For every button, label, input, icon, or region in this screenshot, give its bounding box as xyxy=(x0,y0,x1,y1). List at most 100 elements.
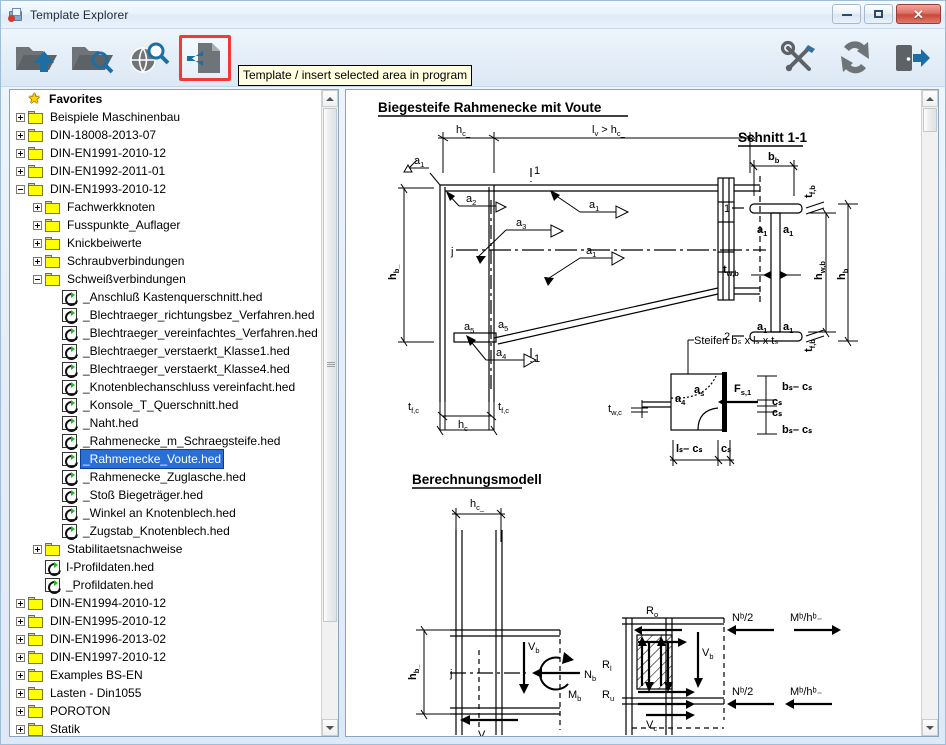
drawing-scroll-thumb[interactable] xyxy=(923,108,937,132)
tree-item[interactable]: DIN-EN1992-2011-01 xyxy=(10,162,323,180)
section-title: Schnitt 1-1 xyxy=(738,130,808,145)
tree-item-label: _Konsole_T_Querschnitt.hed xyxy=(83,398,239,412)
tree-expander-plus-icon[interactable] xyxy=(33,238,42,248)
tree-expander-plus-icon[interactable] xyxy=(16,112,25,122)
tree-item[interactable]: _Zugstab_Knotenblech.hed xyxy=(10,522,323,540)
tree-item[interactable]: POROTON xyxy=(10,702,323,720)
tree-item[interactable]: _Anschluß Kastenquerschnitt.hed xyxy=(10,288,323,306)
tree-item[interactable]: _Blechtraeger_richtungsbez_Verfahren.hed xyxy=(10,306,323,324)
tree-expander-plus-icon[interactable] xyxy=(33,256,42,266)
tree-item[interactable]: DIN-EN1991-2010-12 xyxy=(10,144,323,162)
tree-expander-plus-icon[interactable] xyxy=(16,634,25,644)
tree-expander-plus-icon[interactable] xyxy=(16,148,25,158)
tree-item[interactable]: Knickbeiwerte xyxy=(10,234,323,252)
Rl-label: Rl xyxy=(602,659,612,673)
template-tree-panel: ★ Favorites Beispiele Maschinenbau DIN-1800… xyxy=(9,89,339,737)
tree-item[interactable]: _Blechtraeger_vereinfachtes_Verfahren.he… xyxy=(10,324,323,342)
tree-vertical-scrollbar[interactable] xyxy=(321,90,338,736)
refresh-button[interactable] xyxy=(829,35,881,81)
tree-expander-plus-icon[interactable] xyxy=(16,670,25,680)
exit-button[interactable] xyxy=(885,35,937,81)
drawing-scroll-up-button[interactable] xyxy=(922,90,938,107)
tree-item[interactable]: DIN-18008-2013-07 xyxy=(10,126,323,144)
tree-expander-plus-icon[interactable] xyxy=(33,202,42,212)
tree-item[interactable]: Examples BS-EN xyxy=(10,666,323,684)
tree-expander-plus-icon[interactable] xyxy=(16,688,25,698)
tree-item[interactable]: _Blechtraeger_verstaerkt_Klasse1.hed xyxy=(10,342,323,360)
globe-search-button[interactable] xyxy=(123,35,175,81)
search-folder-button[interactable] xyxy=(67,35,119,81)
tree-item[interactable]: _Profildaten.hed xyxy=(10,576,323,594)
Ru-label: Ru xyxy=(602,689,614,703)
tree-expander-minus-icon[interactable] xyxy=(16,184,25,194)
tree-bottom-dropdown-button[interactable] xyxy=(323,721,337,735)
tree-scroll-thumb[interactable] xyxy=(323,108,337,622)
cs-label-2: cₛ xyxy=(772,407,782,419)
tree-expander-plus-icon[interactable] xyxy=(16,706,25,716)
drawing-scroll-down-button[interactable] xyxy=(922,719,938,736)
fs1-label: Fs,1 xyxy=(734,383,751,397)
tree-item[interactable]: DIN-EN1995-2010-12 xyxy=(10,612,323,630)
tree-expander-spacer xyxy=(50,527,59,536)
tree-item[interactable]: _Rahmenecke_Zuglasche.hed xyxy=(10,468,323,486)
insert-template-button[interactable] xyxy=(179,35,231,81)
tree-item[interactable]: ★ Favorites xyxy=(10,90,323,108)
nb-half-label-top: Nᵇ/2 xyxy=(732,612,753,624)
tree-item[interactable]: Stabilitaetsnachweise xyxy=(10,540,323,558)
open-folder-up-button[interactable] xyxy=(11,35,63,81)
tree-item[interactable]: _Winkel an Knotenblech.hed xyxy=(10,504,323,522)
tree-expander-plus-icon[interactable] xyxy=(16,166,25,176)
tree-item[interactable]: _Rahmenecke_Voute.hed xyxy=(10,449,323,469)
template-file-icon xyxy=(62,326,77,340)
template-file-icon xyxy=(62,344,77,358)
tree-item[interactable]: _Konsole_T_Querschnitt.hed xyxy=(10,396,323,414)
tree-item[interactable]: _Naht.hed xyxy=(10,414,323,432)
drawing-vertical-scrollbar[interactable] xyxy=(921,90,938,736)
tree-expander-plus-icon[interactable] xyxy=(16,130,25,140)
app-icon xyxy=(8,7,24,23)
minimize-button[interactable] xyxy=(832,4,861,24)
tree-item[interactable]: DIN-EN1996-2013-02 xyxy=(10,630,323,648)
tree-item[interactable]: Fachwerkknoten xyxy=(10,198,323,216)
template-file-icon xyxy=(62,290,77,304)
triangle-up-icon xyxy=(926,96,934,101)
tree-expander-plus-icon[interactable] xyxy=(33,220,42,230)
tree-item[interactable]: _Rahmenecke_m_Schraegsteife.hed xyxy=(10,432,323,450)
tree-scroll-up-button[interactable] xyxy=(322,90,338,107)
tree-item[interactable]: Beispiele Maschinenbau xyxy=(10,108,323,126)
folder-icon xyxy=(28,596,44,610)
tree-expander-minus-icon[interactable] xyxy=(33,274,42,284)
template-file-icon xyxy=(62,452,77,466)
tree-item[interactable]: _Knotenblechanschluss vereinfacht.hed xyxy=(10,378,323,396)
tree-item[interactable]: Schweißverbindungen xyxy=(10,270,323,288)
hb-sec-label: hb xyxy=(836,268,850,280)
tree-expander-plus-icon[interactable] xyxy=(16,598,25,608)
tree-item[interactable]: I-Profildaten.hed xyxy=(10,558,323,576)
model-right-vc-label: Vc xyxy=(646,719,657,733)
tree-item[interactable]: _Stoß Biegeträger.hed xyxy=(10,486,323,504)
tree-expander-plus-icon[interactable] xyxy=(33,544,42,554)
tree-item[interactable]: DIN-EN1994-2010-12 xyxy=(10,594,323,612)
minimize-icon xyxy=(841,13,852,16)
template-file-icon xyxy=(62,362,77,376)
tree-expander-plus-icon[interactable] xyxy=(16,616,25,626)
close-button[interactable]: ✕ xyxy=(896,4,941,24)
folder-icon xyxy=(45,542,61,556)
tree-item-label: DIN-EN1994-2010-12 xyxy=(50,596,167,610)
tree-item[interactable]: DIN-EN1993-2010-12 xyxy=(10,180,323,198)
tree-item-label: DIN-EN1993-2010-12 xyxy=(50,182,167,196)
tree-item[interactable]: _Blechtraeger_verstaerkt_Klasse4.hed xyxy=(10,360,323,378)
tree-expander-plus-icon[interactable] xyxy=(16,652,25,662)
template-tree[interactable]: ★ Favorites Beispiele Maschinenbau DIN-1800… xyxy=(10,90,323,736)
tree-item[interactable]: DIN-EN1997-2010-12 xyxy=(10,648,323,666)
maximize-button[interactable] xyxy=(864,4,893,24)
tree-item-label: _Rahmenecke_Voute.hed xyxy=(79,449,225,469)
tree-item[interactable]: Fusspunkte_Auflager xyxy=(10,216,323,234)
tools-button[interactable] xyxy=(773,35,825,81)
twc-label: tw,c xyxy=(608,403,622,417)
tree-item[interactable]: Lasten - Din1055 xyxy=(10,684,323,702)
tree-item[interactable]: Schraubverbindungen xyxy=(10,252,323,270)
